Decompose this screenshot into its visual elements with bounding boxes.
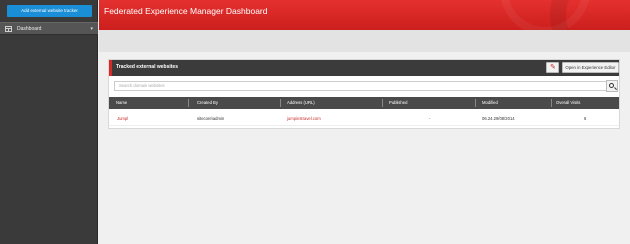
toolbar (99, 30, 630, 52)
column-divider (382, 99, 383, 107)
column-header-address[interactable]: Address (URL) (287, 100, 315, 105)
row-name-link[interactable]: Jumpl (117, 116, 128, 121)
edit-button[interactable]: ✎ (546, 62, 559, 73)
header: Federated Experience Manager Dashboard (99, 0, 630, 30)
search-input[interactable]: Search domain websites (114, 81, 607, 91)
row-published: - (429, 116, 431, 121)
row-created-by: sitecore\admin (197, 116, 225, 121)
row-overall-visits: 6 (584, 116, 587, 121)
open-in-experience-editor-button[interactable]: Open in Experience Editor (562, 62, 619, 73)
column-header-modified[interactable]: Modified (482, 100, 498, 105)
table-row[interactable]: Jumpl sitecore\admin jumpinstravel.com -… (109, 112, 619, 126)
search-button[interactable] (606, 80, 618, 92)
column-header-created-by[interactable]: Created By (197, 100, 218, 105)
tracked-websites-panel: Tracked external websites ✎ Open in Expe… (108, 59, 620, 129)
table-header: Name Created By Address (URL) Published … (109, 97, 619, 109)
column-divider (551, 99, 552, 107)
column-divider (188, 99, 189, 107)
search-icon (609, 83, 614, 88)
row-address-link[interactable]: jumpinstravel.com (287, 116, 321, 121)
column-divider (280, 99, 281, 107)
panel-header: Tracked external websites (109, 60, 619, 76)
chevron-down-icon[interactable]: ▾ (90, 26, 93, 32)
dashboard-icon (5, 26, 12, 32)
add-external-website-tracker-button[interactable]: Add external website tracker (7, 5, 92, 17)
column-header-name[interactable]: Name (116, 100, 127, 105)
panel-title: Tracked external websites (116, 64, 178, 70)
sidebar: Add external website tracker Dashboard ▾ (0, 0, 98, 244)
pencil-icon: ✎ (550, 64, 556, 71)
column-divider (475, 99, 476, 107)
sidebar-item-dashboard[interactable]: Dashboard ▾ (0, 22, 98, 35)
page-title: Federated Experience Manager Dashboard (104, 6, 268, 16)
sidebar-item-label: Dashboard (17, 26, 42, 32)
column-header-published[interactable]: Published (389, 100, 407, 105)
row-modified: 06.24.29/08/2014 (482, 116, 515, 121)
column-header-overall-visits[interactable]: Overall Visits (556, 100, 580, 105)
